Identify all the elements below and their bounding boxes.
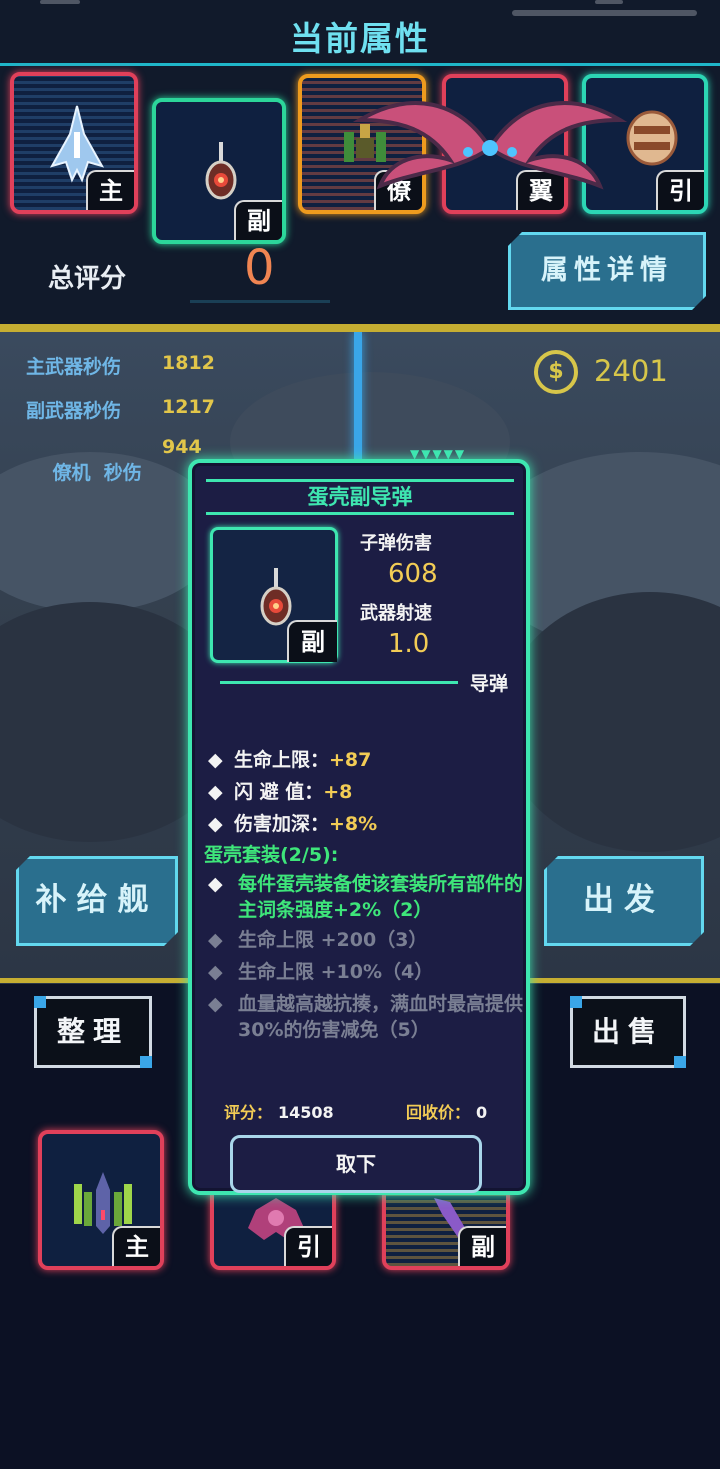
item-name: 蛋壳副导弹 <box>206 479 514 515</box>
stat-label: 副武器秒伤 <box>26 400 122 422</box>
set-bonus-row: ◆ 血量越高越抗揍，满血时最高提供30%的伤害减免（5） <box>208 991 528 1043</box>
set-title: 蛋壳套装(2/5): <box>204 844 339 866</box>
launch-beam <box>354 332 362 462</box>
stat-sub-weapon-dps: 副武器秒伤 1217 <box>26 396 215 423</box>
equip-slot-main[interactable]: 主 <box>10 72 138 214</box>
button-corner-accent <box>140 1056 152 1068</box>
button-corner-accent <box>674 1056 686 1068</box>
set-bonus-row: ◆ 生命上限 +10%（4） <box>208 959 528 985</box>
button-corner-accent <box>570 996 582 1008</box>
coin-balance: 2401 <box>594 354 668 388</box>
stat-wingman-dps: 僚机 秒伤 944 <box>26 436 201 529</box>
inventory-item-main[interactable]: 主 <box>38 1130 164 1270</box>
stat-main-weapon-dps: 主武器秒伤 1812 <box>26 352 215 379</box>
popup-decoration: ▼▼▼▼▼ <box>410 447 467 461</box>
item-score: 评分： 14508 <box>224 1099 334 1123</box>
cloud <box>500 592 720 852</box>
status-bar-indicator <box>595 0 623 4</box>
slot-tag: 副 <box>458 1226 506 1266</box>
sell-button[interactable]: 出售 <box>570 996 686 1068</box>
bullet-icon: ◆ <box>208 873 223 895</box>
slot-tag: 主 <box>86 170 134 210</box>
set-bonus-text: 生命上限 +200（3） <box>238 929 428 951</box>
attribute-value: +87 <box>329 749 372 771</box>
total-score-value: 0 <box>244 240 275 296</box>
item-slot-tag: 副 <box>287 620 337 662</box>
equip-slot-secondary[interactable]: 副 <box>152 98 286 244</box>
bullet-icon: ◆ <box>208 929 223 951</box>
bullet-damage-label: 子弹伤害 <box>360 533 432 554</box>
bullet-icon: ◆ <box>208 781 223 803</box>
attribute-header: 当前属性 主 副 僚 翼 引 总评分 0 属性详情 <box>0 0 720 330</box>
attribute-value: +8% <box>329 813 378 835</box>
missile-icon <box>260 568 292 626</box>
stat-label: 僚机 秒伤 <box>52 462 142 484</box>
slot-tag: 引 <box>656 170 704 210</box>
slot-tag: 引 <box>284 1226 332 1266</box>
slot-tag: 主 <box>112 1226 160 1266</box>
sort-button[interactable]: 整理 <box>34 996 152 1068</box>
set-bonus-text: 每件蛋壳装备使该套装所有部件的主词条强度+2%（2） <box>238 873 524 921</box>
header-bottom-border <box>0 324 720 332</box>
item-score-label: 评分： <box>224 1103 273 1122</box>
recycle-price: 回收价： 0 <box>406 1099 487 1123</box>
bullet-icon: ◆ <box>208 993 223 1015</box>
screen: 当前属性 主 副 僚 翼 引 总评分 0 属性详情 主武器秒伤 1812 副武器… <box>0 0 720 1469</box>
type-divider <box>220 681 458 684</box>
button-corner-accent <box>34 996 46 1008</box>
attribute-label: 伤害加深： <box>234 813 330 835</box>
status-bar-indicator <box>40 0 80 4</box>
unequip-button[interactable]: 取下 <box>230 1135 482 1193</box>
item-icon-frame: 副 <box>210 527 338 663</box>
bullet-damage-value: 608 <box>388 559 438 589</box>
coin-icon: $ <box>534 350 578 394</box>
wing-equipment-art <box>352 101 628 190</box>
bullet-icon: ◆ <box>208 813 223 835</box>
attribute-detail-button[interactable]: 属性详情 <box>508 232 706 310</box>
weapon-type: 导弹 <box>470 673 509 695</box>
recycle-price-label: 回收价： <box>406 1103 471 1122</box>
stat-value: 1812 <box>162 352 215 374</box>
attribute-row: ◆ 生命上限：+87 <box>208 745 371 772</box>
bullet-icon: ◆ <box>208 749 223 771</box>
total-score-label: 总评分 <box>48 264 127 294</box>
page-title: 当前属性 <box>290 19 430 58</box>
attribute-label: 生命上限： <box>234 749 330 771</box>
recycle-price-value: 0 <box>476 1103 488 1122</box>
title-divider <box>0 63 720 66</box>
stat-value: 944 <box>162 436 202 458</box>
stat-value: 1217 <box>162 396 215 418</box>
depart-button[interactable]: 出发 <box>544 856 704 946</box>
slot-tag: 副 <box>234 200 282 240</box>
engine-icon <box>626 110 678 166</box>
attribute-row: ◆ 伤害加深：+8% <box>208 809 377 836</box>
attribute-row: ◆ 闪 避 值：+8 <box>208 777 352 804</box>
set-bonus-text: 生命上限 +10%（4） <box>238 961 434 983</box>
fire-rate-value: 1.0 <box>388 629 430 659</box>
bullet-icon: ◆ <box>208 961 223 983</box>
missile-icon <box>205 142 237 200</box>
supply-ship-button[interactable]: 补给舰 <box>16 856 178 946</box>
set-bonus-row: ◆ 每件蛋壳装备使该套装所有部件的主词条强度+2%（2） <box>208 871 528 923</box>
item-score-value: 14508 <box>278 1103 334 1122</box>
item-detail-popup: ▼▼▼▼▼ 蛋壳副导弹 副 子弹伤害 608 武器射速 1.0 导弹 ◆ 生命上限… <box>188 447 530 1195</box>
set-bonus-text: 血量越高越抗揍，满血时最高提供30%的伤害减免（5） <box>238 993 524 1041</box>
attribute-value: +8 <box>323 781 353 803</box>
attribute-label: 闪 避 值： <box>234 781 324 803</box>
set-bonus-row: ◆ 生命上限 +200（3） <box>208 927 528 953</box>
score-underline <box>190 300 330 303</box>
fire-rate-label: 武器射速 <box>360 603 432 624</box>
stat-label: 主武器秒伤 <box>26 356 122 378</box>
